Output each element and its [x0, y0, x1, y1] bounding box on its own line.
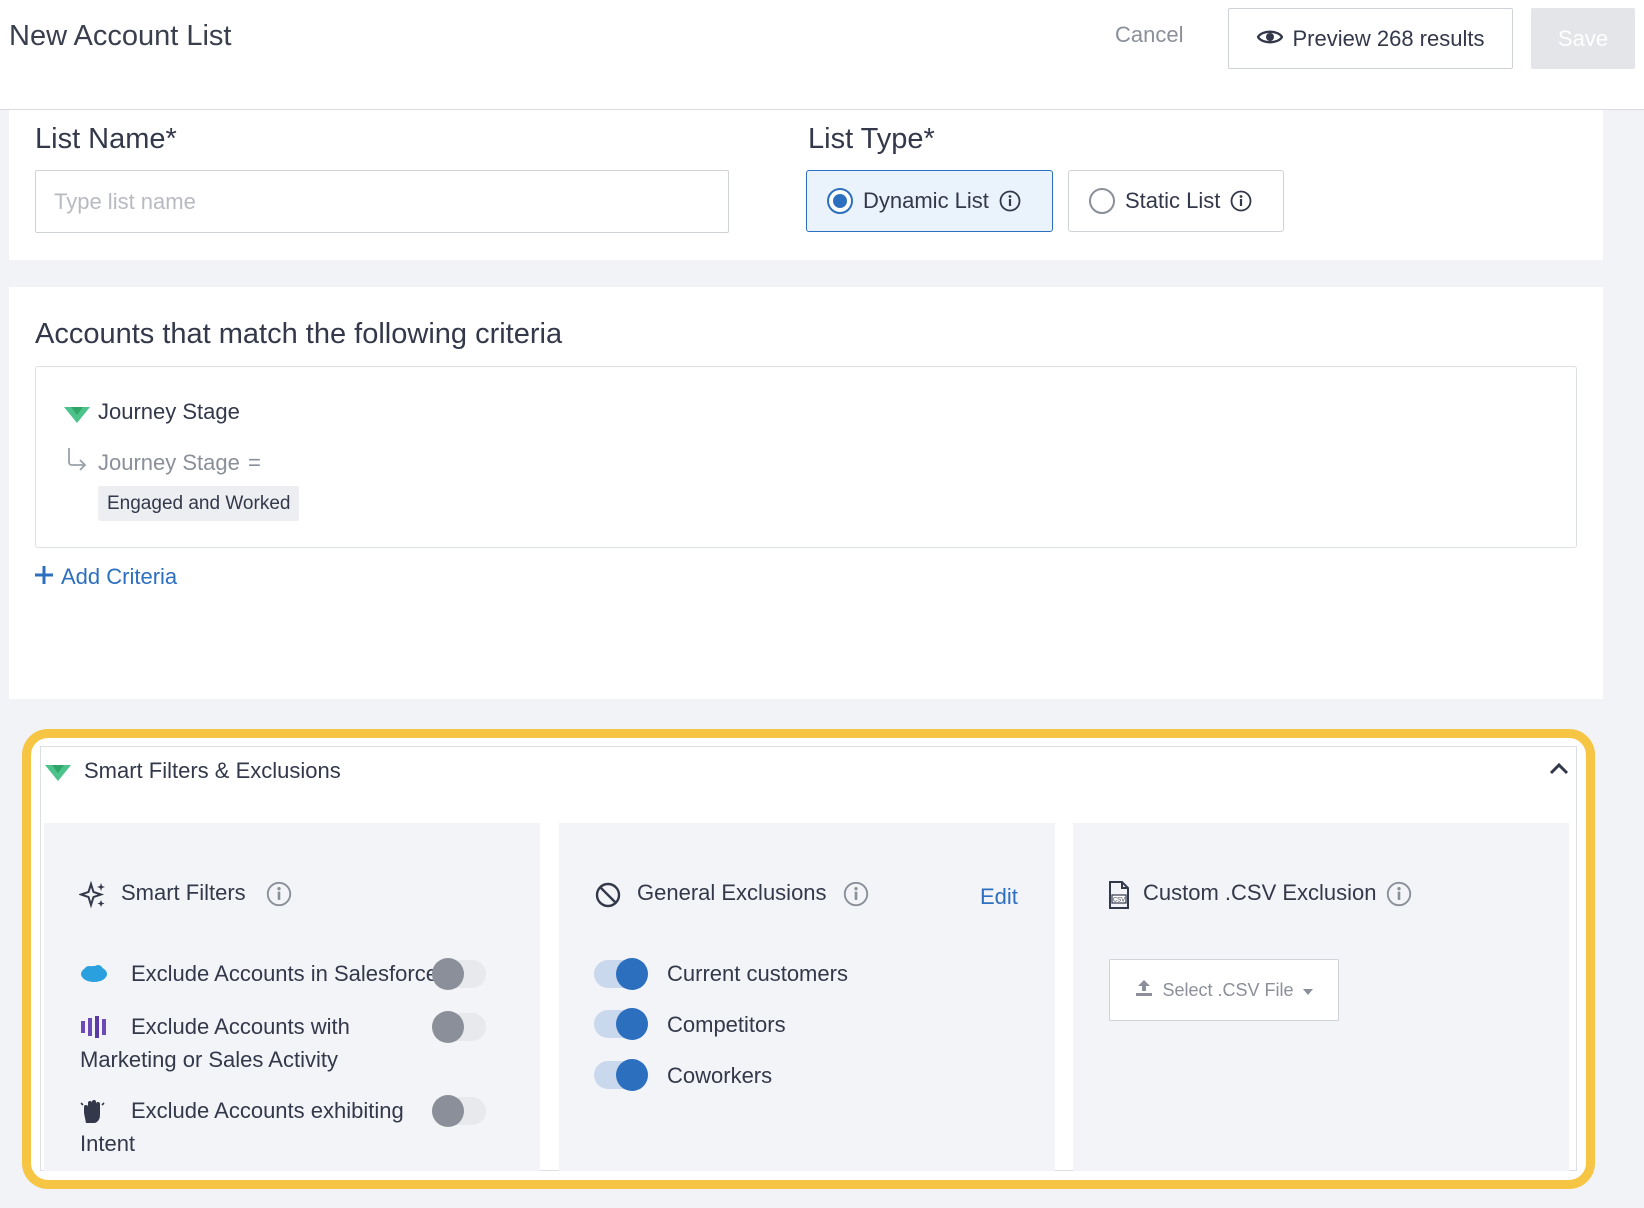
general-exclusions-panel: [559, 823, 1055, 1171]
list-type-label: List Type*: [808, 123, 935, 155]
block-icon: [595, 882, 621, 913]
edit-exclusions-link[interactable]: Edit: [980, 884, 1018, 910]
condition-value-tag: Engaged and Worked: [98, 486, 300, 521]
info-icon[interactable]: [1386, 881, 1412, 912]
list-type-dynamic-label: Dynamic List: [863, 188, 989, 213]
salesforce-icon: [80, 964, 108, 989]
criteria-group-title: Journey Stage: [98, 399, 240, 424]
competitors-toggle[interactable]: [594, 1008, 648, 1040]
coworkers-toggle[interactable]: [594, 1059, 648, 1091]
criteria-heading: Accounts that match the following criter…: [35, 318, 563, 350]
select-csv-button[interactable]: Select .CSV File: [1109, 959, 1339, 1021]
exclusion-label: Coworkers: [667, 1063, 773, 1088]
toggle-knob: [616, 958, 648, 990]
info-icon[interactable]: [999, 190, 1021, 212]
preview-results-button[interactable]: Preview 268 results: [1228, 8, 1513, 69]
exclude-activity-toggle[interactable]: [432, 1011, 486, 1043]
toggle-knob: [432, 1095, 464, 1127]
smart-section-title: Smart Filters & Exclusions: [84, 758, 341, 783]
info-icon[interactable]: [843, 881, 869, 912]
general-exclusions-title: General Exclusions: [637, 880, 827, 905]
smart-filters-title: Smart Filters: [121, 880, 246, 905]
list-type-static-option[interactable]: Static List: [1068, 170, 1284, 232]
toggle-knob: [616, 1059, 648, 1091]
list-name-label: List Name*: [35, 123, 177, 155]
exclude-intent-toggle[interactable]: [432, 1095, 486, 1127]
select-csv-label: Select .CSV File: [1162, 979, 1294, 1000]
info-icon[interactable]: [266, 881, 292, 912]
csv-exclusion-title: Custom .CSV Exclusion: [1143, 880, 1377, 905]
criteria-group: Journey Stage Journey Stage = Engaged an…: [35, 366, 1577, 548]
eye-icon: [1256, 26, 1283, 52]
condition-operator: =: [248, 450, 261, 475]
svg-text:CSV: CSV: [1113, 898, 1125, 904]
caret-down-icon: [1302, 980, 1314, 1001]
chevron-up-icon[interactable]: [1548, 760, 1570, 781]
exclusion-label: Competitors: [667, 1012, 786, 1037]
top-bar: New Account List Cancel Preview 268 resu…: [0, 0, 1644, 110]
cancel-button[interactable]: Cancel: [1115, 22, 1183, 48]
plus-icon: [35, 564, 53, 590]
upload-icon: [1134, 978, 1154, 1003]
list-type-static-label: Static List: [1125, 188, 1221, 213]
smart-filter-label: Exclude Accounts with Marketing or Sales…: [80, 1014, 350, 1072]
current-customers-toggle[interactable]: [594, 958, 648, 990]
smart-filter-label: Exclude Accounts exhibiting Intent: [80, 1098, 404, 1156]
exclusion-label: Current customers: [667, 961, 848, 986]
radio-unselected-icon: [1089, 188, 1115, 214]
list-type-dynamic-option[interactable]: Dynamic List: [806, 170, 1053, 232]
add-criteria-button[interactable]: Add Criteria: [35, 564, 177, 590]
sparkle-icon: [77, 880, 107, 914]
list-name-input[interactable]: [35, 170, 729, 233]
child-arrow-icon: [66, 447, 88, 476]
preview-results-label: Preview 268 results: [1292, 25, 1485, 51]
brand-logo-icon: [63, 405, 91, 430]
page-title: New Account List: [9, 20, 232, 52]
toggle-knob: [432, 1011, 464, 1043]
brand-logo-icon: [44, 763, 72, 788]
toggle-knob: [432, 958, 464, 990]
info-icon[interactable]: [1230, 190, 1252, 212]
smart-filter-label: Exclude Accounts in Salesforce: [131, 961, 438, 986]
toggle-knob: [616, 1008, 648, 1040]
csv-file-icon: CSV: [1108, 881, 1130, 914]
exclude-salesforce-toggle[interactable]: [432, 958, 486, 990]
radio-selected-icon: [827, 188, 853, 214]
save-button[interactable]: Save: [1531, 8, 1635, 69]
condition-field: Journey Stage: [98, 450, 240, 475]
add-criteria-label: Add Criteria: [61, 564, 178, 589]
